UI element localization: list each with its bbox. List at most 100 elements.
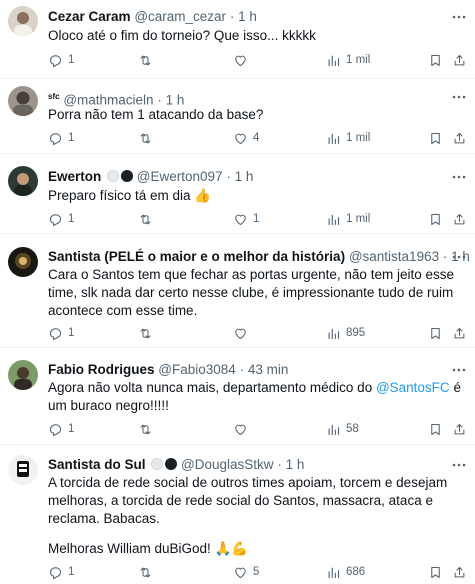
- timestamp[interactable]: 1 h: [286, 457, 305, 472]
- avatar[interactable]: [8, 247, 38, 277]
- bookmark-icon: [431, 327, 440, 339]
- tweet-text-start: Agora não volta nunca mais, departamento…: [48, 380, 376, 395]
- views-count: 895: [346, 327, 366, 339]
- views-button[interactable]: 58: [326, 421, 359, 437]
- like-button[interactable]: 1: [233, 211, 259, 227]
- retweet-button[interactable]: [138, 52, 158, 68]
- author-name[interactable]: Santista (PELÉ o maior e o melhor da his…: [48, 249, 345, 264]
- more-options-icon[interactable]: [451, 9, 467, 25]
- reply-button[interactable]: 1: [48, 564, 74, 580]
- avatar[interactable]: [8, 166, 38, 196]
- tweet[interactable]: Santista (PELÉ o maior e o melhor da his…: [0, 234, 475, 348]
- timestamp[interactable]: 1 h: [238, 9, 257, 24]
- bookmark-button[interactable]: [428, 130, 443, 146]
- avatar[interactable]: [8, 455, 38, 485]
- avatar[interactable]: [8, 360, 38, 390]
- more-options-icon[interactable]: [451, 249, 467, 265]
- reply-button[interactable]: 1: [48, 211, 74, 227]
- tweet[interactable]: Fabio Rodrigues @Fabio3084 · 43 min Agor…: [0, 348, 475, 445]
- views-button[interactable]: 895: [326, 325, 365, 341]
- bookmark-icon: [431, 54, 440, 66]
- share-button[interactable]: [452, 421, 467, 437]
- separator-dot: ·: [229, 9, 235, 24]
- views-button[interactable]: 1 mil: [326, 52, 370, 68]
- retweet-icon: [140, 55, 151, 65]
- like-count: 5: [253, 566, 260, 578]
- retweet-button[interactable]: [138, 564, 158, 580]
- more-options-icon[interactable]: [451, 457, 467, 473]
- author-name[interactable]: Santista do Sul: [48, 457, 146, 472]
- like-button[interactable]: [233, 421, 253, 437]
- tweet[interactable]: Santista do Sul @DouglasStkw · 1 h A tor…: [0, 445, 475, 584]
- tweet-text: Porra não tem 1 atacando da base?: [48, 106, 466, 124]
- bookmark-button[interactable]: [428, 325, 443, 341]
- reply-button[interactable]: 1: [48, 52, 74, 68]
- bookmark-button[interactable]: [428, 211, 443, 227]
- reply-count: 1: [68, 132, 75, 144]
- circle-badge-icon: [151, 458, 164, 470]
- tweet-actions: 1 4 1 mil: [48, 130, 466, 146]
- share-button[interactable]: [452, 211, 467, 227]
- author-handle[interactable]: @DouglasStkw: [181, 457, 274, 472]
- views-icon: [328, 567, 340, 578]
- author-handle[interactable]: @Fabio3084: [158, 362, 236, 377]
- tweet-text: Cara o Santos tem que fechar as portas u…: [48, 266, 466, 320]
- reply-icon: [49, 423, 62, 436]
- author-name[interactable]: Fabio Rodrigues: [48, 362, 155, 377]
- retweet-button[interactable]: [138, 421, 158, 437]
- views-count: 1 mil: [346, 213, 371, 225]
- tweet-actions: 1 1 mil: [48, 52, 466, 68]
- share-icon: [454, 54, 465, 65]
- avatar[interactable]: [8, 86, 38, 116]
- author-name[interactable]: Cezar Caram: [48, 9, 131, 24]
- tweet-header: Cezar Caram @caram_cezar · 1 h: [48, 9, 257, 25]
- views-icon: [328, 55, 340, 66]
- views-button[interactable]: 1 mil: [326, 211, 370, 227]
- views-icon: [328, 328, 340, 339]
- author-handle[interactable]: @Ewerton097: [137, 169, 223, 184]
- retweet-button[interactable]: [138, 211, 158, 227]
- retweet-button[interactable]: [138, 325, 158, 341]
- more-options-icon[interactable]: [451, 89, 467, 105]
- heart-icon: [235, 424, 246, 435]
- timestamp[interactable]: 1 h: [235, 169, 254, 184]
- views-button[interactable]: 686: [326, 564, 365, 580]
- like-button[interactable]: [233, 52, 253, 68]
- reply-button[interactable]: 1: [48, 325, 74, 341]
- more-options-icon[interactable]: [451, 362, 467, 378]
- share-icon: [454, 132, 465, 143]
- separator-dot: ·: [226, 169, 231, 184]
- like-button[interactable]: [233, 325, 253, 341]
- retweet-button[interactable]: [138, 130, 158, 146]
- timestamp[interactable]: 43 min: [248, 362, 289, 377]
- share-button[interactable]: [452, 564, 467, 580]
- reply-button[interactable]: 1: [48, 130, 74, 146]
- tweet-paragraph: Preparo físico tá em dia 👍: [48, 188, 212, 203]
- bookmark-button[interactable]: [428, 564, 443, 580]
- reply-button[interactable]: 1: [48, 421, 74, 437]
- author-name-prefix[interactable]: sfc: [48, 92, 60, 101]
- like-button[interactable]: 4: [233, 130, 259, 146]
- tweet[interactable]: Cezar Caram @caram_cezar · 1 h Oloco até…: [0, 0, 475, 79]
- tweet-paragraph: Cara o Santos tem que fechar as portas u…: [48, 267, 454, 318]
- tweet[interactable]: sfc @mathmacieln · 1 h Porra não tem 1 a…: [0, 79, 475, 154]
- author-name[interactable]: Ewerton: [48, 169, 101, 184]
- share-button[interactable]: [452, 52, 467, 68]
- share-button[interactable]: [452, 130, 467, 146]
- bookmark-button[interactable]: [428, 52, 443, 68]
- author-handle[interactable]: @caram_cezar: [134, 9, 226, 24]
- author-handle[interactable]: @santista1963: [349, 249, 439, 264]
- share-button[interactable]: [452, 325, 467, 341]
- bookmark-button[interactable]: [428, 421, 443, 437]
- like-button[interactable]: 5: [233, 564, 259, 580]
- avatar[interactable]: [8, 6, 38, 36]
- separator-dot: ·: [277, 457, 282, 472]
- reply-count: 1: [68, 423, 75, 435]
- mention-link[interactable]: @SantosFC: [376, 380, 450, 395]
- views-button[interactable]: 1 mil: [326, 130, 370, 146]
- tweet-paragraph: Oloco até o fim do torneio? Que isso... …: [48, 28, 316, 43]
- tweet-paragraph: Agora não volta nunca mais, departamento…: [48, 379, 466, 415]
- more-options-icon[interactable]: [451, 169, 467, 185]
- retweet-icon: [140, 214, 151, 224]
- tweet[interactable]: Ewerton @Ewerton097 · 1 h Preparo físico…: [0, 154, 475, 234]
